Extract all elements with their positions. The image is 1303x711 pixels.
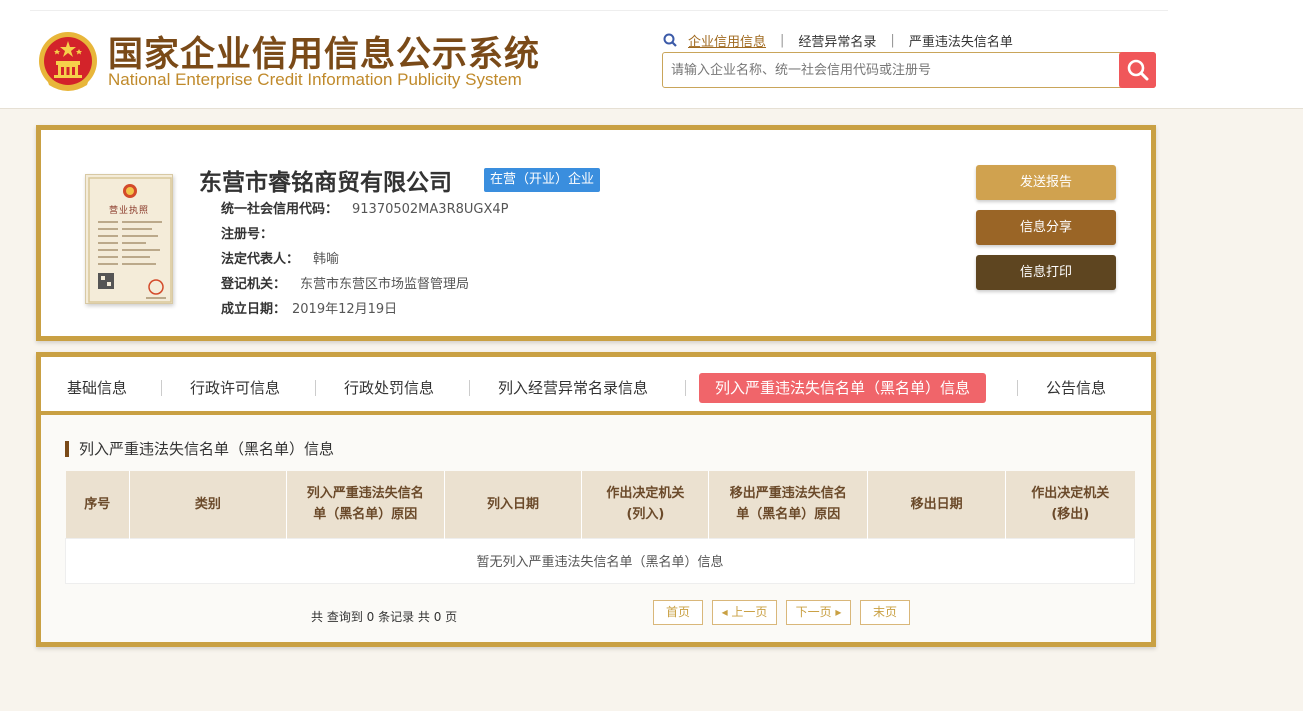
link-separator: | — [780, 33, 785, 48]
search-box — [662, 52, 1156, 88]
tab-bar: 基础信息 行政许可信息 行政处罚信息 列入经营异常名录信息 列入严重违法失信名单… — [41, 357, 1151, 415]
print-info-button[interactable]: 信息打印 — [976, 255, 1116, 290]
col-header-list-date: 列入日期 — [444, 471, 583, 538]
prev-page-button[interactable]: ◂ 上一页 — [712, 600, 777, 625]
field-label: 成立日期： — [221, 302, 287, 317]
tab-admin-license[interactable]: 行政许可信息 — [190, 373, 280, 403]
field-value: 东营市东营区市场监督管理局 — [300, 277, 470, 292]
search-input[interactable] — [663, 53, 1120, 87]
field-authority: 登记机关： 东营市东营区市场监督管理局 — [221, 273, 469, 292]
business-license-image[interactable]: 营业执照 — [85, 174, 173, 304]
site-title-en: National Enterprise Credit Information P… — [108, 70, 522, 89]
col-header-list-reason: 列入严重违法失信名 单（黑名单）原因 — [286, 471, 445, 538]
info-panel: 基础信息 行政许可信息 行政处罚信息 列入经营异常名录信息 列入严重违法失信名单… — [36, 352, 1156, 647]
tab-abnormal-list[interactable]: 列入经营异常名录信息 — [498, 373, 648, 403]
first-page-button[interactable]: 首页 — [653, 600, 703, 625]
quick-links: 企业信用信息 | 经营异常名录 | 严重违法失信名单 — [662, 31, 1013, 50]
link-enterprise-credit[interactable]: 企业信用信息 — [688, 31, 766, 50]
col-header-index: 序号 — [65, 471, 130, 538]
link-blacklist[interactable]: 严重违法失信名单 — [909, 31, 1013, 50]
table-row: 暂无列入严重违法失信名单（黑名单）信息 — [65, 537, 1135, 584]
status-badge: 在营（开业）企业 — [484, 168, 601, 192]
empty-message: 暂无列入严重违法失信名单（黑名单）信息 — [65, 537, 1135, 584]
field-value: 2019年12月19日 — [292, 302, 398, 317]
top-divider — [30, 10, 1168, 11]
tab-basic-info[interactable]: 基础信息 — [67, 373, 127, 403]
link-separator: | — [890, 33, 895, 48]
col-header-remove-authority: 作出决定机关 (移出) — [1005, 471, 1135, 538]
field-label: 注册号： — [221, 227, 274, 242]
tab-announcements[interactable]: 公告信息 — [1046, 373, 1106, 403]
section-title: 列入严重违法失信名单（黑名单）信息 — [65, 441, 334, 457]
license-title: 营业执照 — [108, 206, 149, 216]
blacklist-table: 序号 类别 列入严重违法失信名 单（黑名单）原因 列入日期 作出决定机关 (列入) … — [65, 471, 1135, 584]
company-name: 东营市睿铭商贸有限公司 — [199, 170, 452, 196]
field-label: 统一社会信用代码： — [221, 202, 339, 217]
field-legal-rep: 法定代表人： 韩喻 — [221, 248, 339, 267]
license-graphic — [88, 177, 172, 303]
tab-admin-penalty[interactable]: 行政处罚信息 — [344, 373, 434, 403]
table-header-row: 序号 类别 列入严重违法失信名 单（黑名单）原因 列入日期 作出决定机关 (列入) … — [65, 471, 1135, 538]
tab-separator — [1017, 380, 1018, 396]
tab-separator — [161, 380, 162, 396]
tab-blacklist[interactable]: 列入严重违法失信名单（黑名单）信息 — [699, 373, 987, 403]
field-label: 法定代表人： — [221, 252, 300, 267]
company-card: 营业执照 东营市睿铭商贸有限公司 在营（开业）企业 统一社会信用代码： 91370… — [36, 125, 1156, 341]
national-emblem-icon — [39, 32, 97, 91]
last-page-button[interactable]: 末页 — [860, 600, 910, 625]
col-header-remove-reason: 移出严重违法失信名 单（黑名单）原因 — [708, 471, 869, 538]
search-button[interactable] — [1119, 52, 1156, 88]
field-credit-code: 统一社会信用代码： 91370502MA3R8UGX4P — [221, 198, 508, 217]
send-report-button[interactable]: 发送报告 — [976, 165, 1116, 200]
magnifier-icon — [1127, 59, 1148, 81]
col-header-remove-date: 移出日期 — [867, 471, 1007, 538]
field-value: 韩喻 — [313, 252, 340, 267]
tab-separator — [315, 380, 316, 396]
field-value: 91370502MA3R8UGX4P — [352, 202, 509, 217]
share-info-button[interactable]: 信息分享 — [976, 210, 1116, 245]
link-abnormal-list[interactable]: 经营异常名录 — [798, 31, 876, 50]
col-header-category: 类别 — [129, 471, 287, 538]
search-icon — [663, 33, 677, 47]
field-reg-no: 注册号： — [221, 223, 279, 242]
site-header: 国家企业信用信息公示系统 National Enterprise Credit … — [0, 0, 1303, 109]
field-label: 登记机关： — [221, 277, 287, 292]
col-header-list-authority: 作出决定机关 (列入) — [581, 471, 710, 538]
field-established: 成立日期： 2019年12月19日 — [221, 298, 397, 317]
tab-separator — [469, 380, 470, 396]
tab-separator — [685, 380, 686, 396]
record-summary: 共 查询到 0 条记录 共 0 页 — [311, 610, 458, 624]
next-page-button[interactable]: 下一页 ▸ — [786, 600, 851, 625]
